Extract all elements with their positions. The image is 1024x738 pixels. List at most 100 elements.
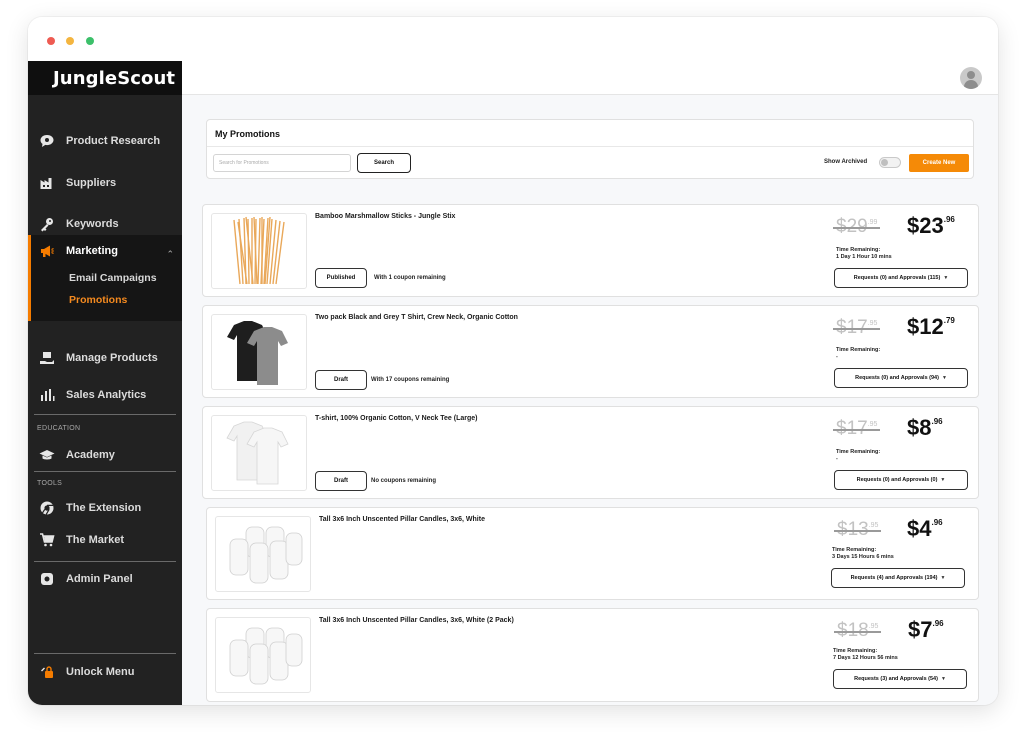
app-logo[interactable]: JungleScout	[53, 68, 175, 89]
window-close-dot[interactable]	[47, 37, 55, 45]
original-price: $17.95	[833, 418, 881, 440]
unlock-icon	[38, 663, 56, 681]
window-titlebar	[28, 17, 998, 61]
megaphone-icon	[38, 242, 56, 260]
product-image[interactable]	[215, 516, 311, 592]
panel-divider	[207, 146, 973, 147]
sidebar-item-label: Product Research	[66, 135, 161, 147]
graduation-cap-icon	[38, 446, 56, 464]
admin-icon	[38, 570, 56, 588]
sidebar-item-keywords[interactable]: Keywords	[28, 212, 182, 236]
promotion-card: Tall 3x6 Inch Unscented Pillar Candles, …	[206, 507, 979, 600]
logo-bar: JungleScout	[28, 61, 182, 95]
original-price: $13.95	[834, 519, 882, 541]
time-remaining-value: -	[836, 456, 838, 462]
product-image[interactable]	[211, 213, 307, 289]
sidebar-subitem-email-campaigns[interactable]: Email Campaigns	[69, 272, 157, 284]
show-archived-toggle[interactable]	[879, 157, 901, 168]
sidebar-divider	[34, 561, 176, 562]
sidebar-item-academy[interactable]: Academy	[28, 443, 182, 467]
product-image[interactable]	[215, 617, 311, 693]
caret-down-icon: ▼	[943, 275, 949, 281]
box-hand-icon	[38, 349, 56, 367]
sidebar-item-label: Unlock Menu	[66, 666, 135, 678]
product-title: Bamboo Marshmallow Sticks - Jungle Stix	[315, 213, 456, 220]
promotion-card: Tall 3x6 Inch Unscented Pillar Candles, …	[206, 608, 979, 702]
promo-price: $7.96	[908, 617, 944, 642]
time-remaining-label: Time Remaining:	[836, 247, 881, 253]
product-title: Tall 3x6 Inch Unscented Pillar Candles, …	[319, 516, 485, 523]
time-remaining-label: Time Remaining:	[832, 547, 877, 553]
status-button[interactable]: Draft	[315, 370, 367, 390]
coupon-remaining-text: No coupons remaining	[371, 478, 437, 484]
sidebar-item-label: Marketing	[66, 245, 118, 257]
section-label-tools: TOOLS	[37, 480, 63, 487]
status-button[interactable]: Published	[315, 268, 367, 288]
time-remaining-value: -	[836, 354, 838, 360]
sidebar-item-admin-panel[interactable]: Admin Panel	[28, 567, 182, 591]
chevron-up-icon[interactable]: ⌃	[166, 249, 174, 260]
requests-approvals-dropdown[interactable]: Requests (0) and Approvals (0) ▼	[834, 470, 968, 490]
promo-price: $12.79	[907, 314, 955, 339]
chrome-icon	[38, 499, 56, 517]
time-remaining-value: 3 Days 15 Hours 6 mins	[832, 554, 894, 560]
product-image[interactable]	[211, 314, 307, 390]
window-maximize-dot[interactable]	[86, 37, 94, 45]
tshirts-white-image	[226, 421, 289, 485]
user-avatar[interactable]	[960, 67, 982, 89]
show-archived-label: Show Archived	[824, 159, 868, 165]
promotion-card: Two pack Black and Grey T Shirt, Crew Ne…	[202, 305, 979, 398]
search-button[interactable]: Search	[357, 153, 411, 173]
factory-icon	[38, 174, 56, 192]
section-label-education: EDUCATION	[37, 425, 81, 432]
requests-approvals-dropdown[interactable]: Requests (3) and Approvals (54) ▼	[833, 669, 967, 689]
time-remaining-label: Time Remaining:	[836, 449, 881, 455]
sidebar-item-label: Academy	[66, 449, 115, 461]
sidebar-item-manage-products[interactable]: Manage Products	[28, 346, 182, 370]
sidebar-subitem-promotions[interactable]: Promotions	[69, 294, 127, 306]
sidebar-item-the-market[interactable]: The Market	[28, 528, 182, 552]
product-title: T-shirt, 100% Organic Cotton, V Neck Tee…	[315, 415, 478, 422]
key-icon	[38, 215, 56, 233]
create-new-button[interactable]: Create New	[909, 154, 969, 172]
sidebar-item-suppliers[interactable]: Suppliers	[28, 171, 182, 195]
search-input[interactable]	[213, 154, 351, 172]
sidebar: JungleScout Product Research Suppliers K…	[28, 61, 182, 705]
tshirts-black-grey-image	[227, 321, 288, 385]
requests-approvals-dropdown[interactable]: Requests (4) and Approvals (194) ▼	[831, 568, 965, 588]
product-title: Two pack Black and Grey T Shirt, Crew Ne…	[315, 314, 518, 321]
main-content: My Promotions Search Show Archived Creat…	[182, 61, 998, 705]
product-image[interactable]	[211, 415, 307, 491]
top-bar	[182, 61, 998, 95]
sidebar-divider	[34, 653, 176, 654]
pillar-candles-image	[229, 526, 303, 584]
promotion-card: T-shirt, 100% Organic Cotton, V Neck Tee…	[202, 406, 979, 499]
sidebar-item-product-research[interactable]: Product Research	[28, 129, 182, 153]
sidebar-item-marketing[interactable]: Marketing	[28, 239, 182, 263]
page-title: My Promotions	[215, 129, 281, 139]
requests-approvals-dropdown[interactable]: Requests (0) and Approvals (94) ▼	[834, 368, 968, 388]
promo-price: $23.96	[907, 213, 955, 238]
caret-down-icon: ▼	[940, 477, 946, 483]
promo-price: $4.96	[907, 516, 943, 541]
sidebar-group-marketing: Marketing ⌃ Email Campaigns Promotions	[28, 235, 182, 321]
requests-approvals-dropdown[interactable]: Requests (0) and Approvals (115) ▼	[834, 268, 968, 288]
caret-down-icon: ▼	[941, 375, 947, 381]
promotion-card: Bamboo Marshmallow Sticks - Jungle Stix …	[202, 204, 979, 297]
original-price: $29.99	[833, 216, 881, 238]
sidebar-item-sales-analytics[interactable]: Sales Analytics	[28, 383, 182, 407]
original-price: $17.95	[833, 317, 881, 339]
sidebar-item-label: Sales Analytics	[66, 389, 147, 401]
coupon-remaining-text: With 1 coupon remaining	[374, 275, 446, 281]
bamboo-sticks-image	[233, 216, 285, 285]
coupon-remaining-text: With 17 coupons remaining	[371, 377, 450, 383]
chat-bubble-icon	[38, 132, 56, 150]
product-title: Tall 3x6 Inch Unscented Pillar Candles, …	[319, 617, 514, 624]
sidebar-divider	[34, 471, 176, 472]
window-minimize-dot[interactable]	[66, 37, 74, 45]
time-remaining-label: Time Remaining:	[833, 648, 878, 654]
original-price: $18.95	[834, 620, 882, 642]
status-button[interactable]: Draft	[315, 471, 367, 491]
sidebar-item-the-extension[interactable]: The Extension	[28, 496, 182, 520]
sidebar-item-unlock-menu[interactable]: Unlock Menu	[28, 660, 182, 684]
